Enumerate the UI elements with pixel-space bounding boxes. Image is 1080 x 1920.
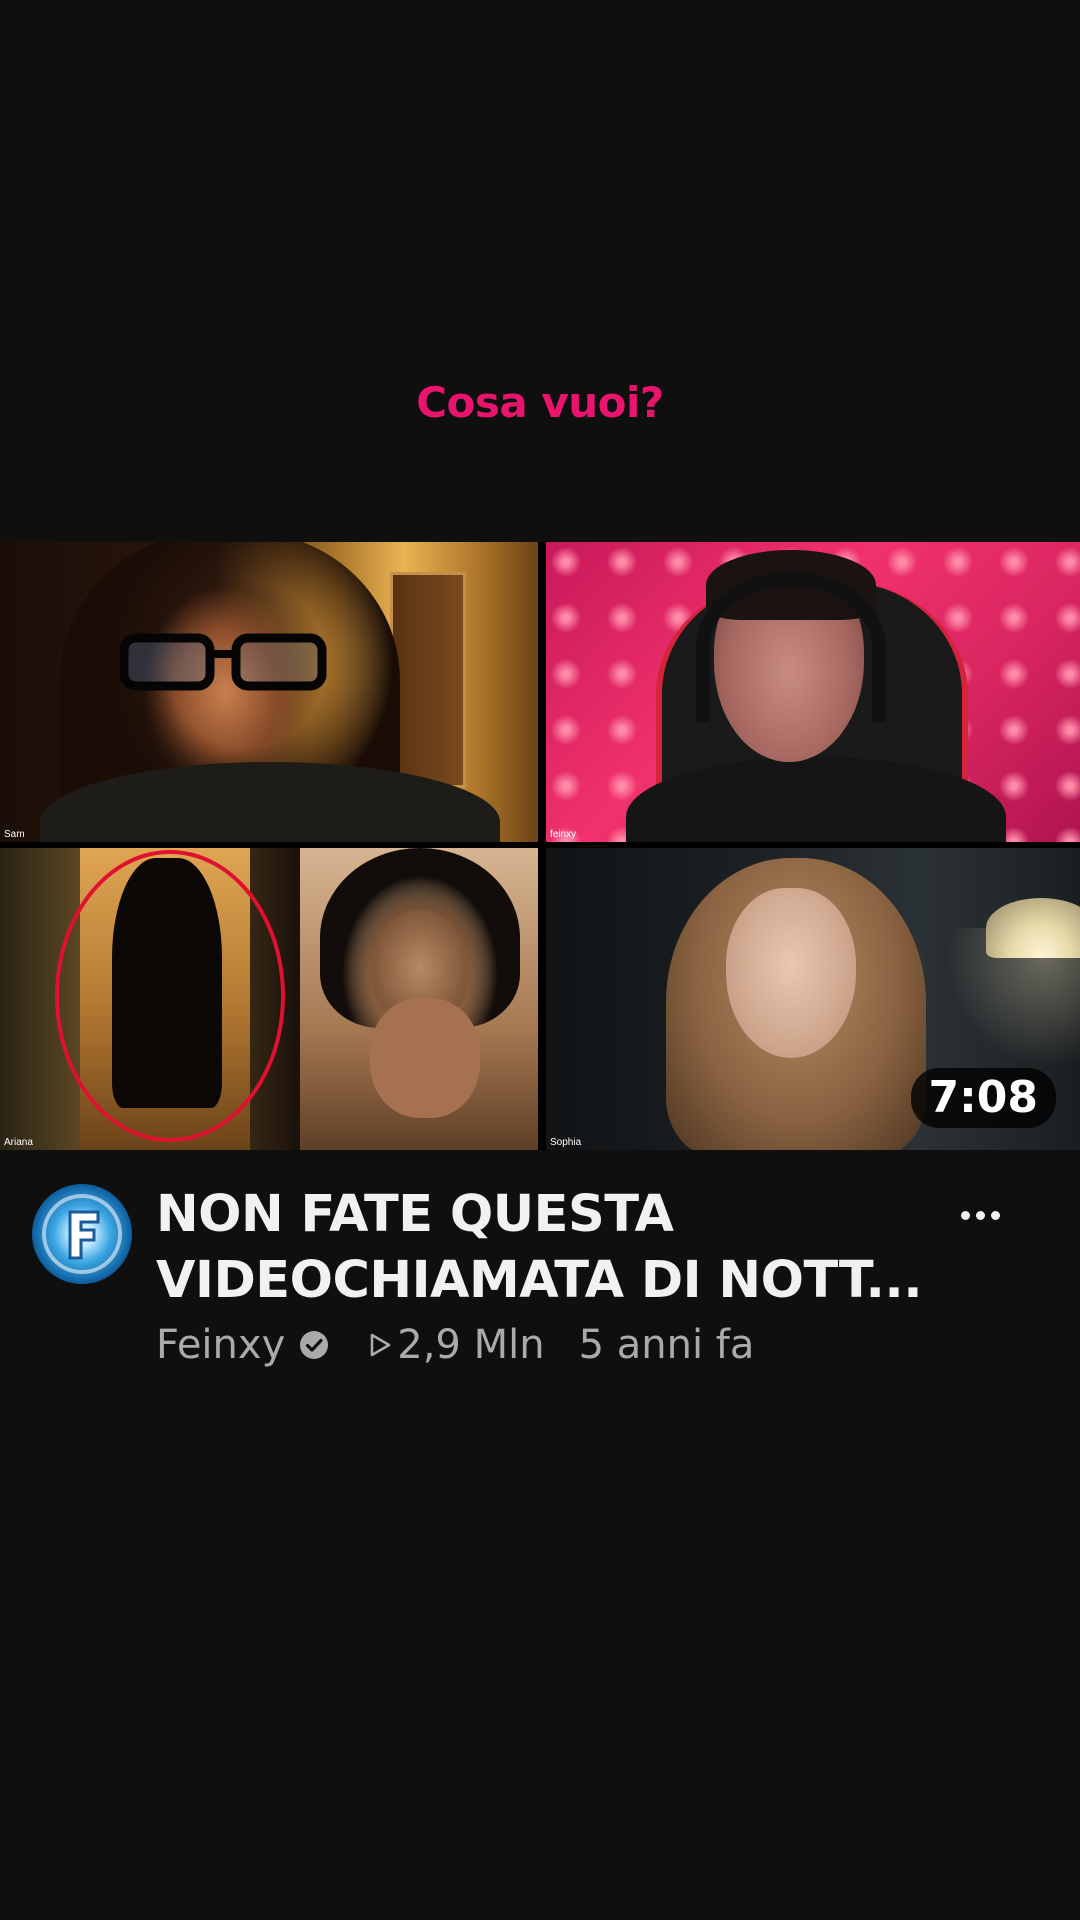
participant-name: Sam xyxy=(4,829,25,840)
play-outline-icon xyxy=(370,1333,391,1357)
more-dot xyxy=(960,1210,970,1220)
participant-name: Sophia xyxy=(550,1137,582,1148)
video-subline: Feinxy 2,9 Mln 5 anni fa xyxy=(156,1322,754,1368)
participant-name: Ariana xyxy=(4,1137,33,1148)
more-options-button[interactable] xyxy=(950,1190,1010,1240)
glasses-graphic xyxy=(120,633,327,691)
verified-check-icon xyxy=(300,1331,329,1359)
participant-tile-feinxy: feinxy xyxy=(546,542,1080,842)
video-title[interactable]: NON FATE QUESTA VIDEOCHIAMATA DI NOTT... xyxy=(156,1182,946,1314)
background-door xyxy=(390,572,466,788)
participant-tile-ariana: Ariana xyxy=(0,848,538,1150)
participant-name: feinxy xyxy=(550,829,577,840)
highlight-circle xyxy=(55,850,285,1142)
headset-graphic xyxy=(696,572,886,722)
video-thumbnail[interactable]: Sam feinxy Ariana Sophia 7:08 xyxy=(0,542,1080,1150)
channel-logo-icon xyxy=(42,1194,122,1274)
upload-age: 5 anni fa xyxy=(578,1322,755,1368)
hands-over-mouth xyxy=(370,998,480,1118)
participant-tile-sam: Sam xyxy=(0,542,538,842)
view-count: 2,9 Mln xyxy=(367,1322,545,1368)
lamp-graphic xyxy=(986,898,1080,958)
view-count-text: 2,9 Mln xyxy=(397,1322,545,1368)
duration-badge: 7:08 xyxy=(910,1068,1056,1128)
participant-face xyxy=(726,888,856,1058)
more-dot xyxy=(990,1210,1000,1220)
channel-avatar[interactable] xyxy=(32,1184,132,1284)
video-caption: Cosa vuoi? xyxy=(416,378,664,427)
channel-name[interactable]: Feinxy xyxy=(156,1322,285,1368)
more-dot xyxy=(975,1210,985,1220)
